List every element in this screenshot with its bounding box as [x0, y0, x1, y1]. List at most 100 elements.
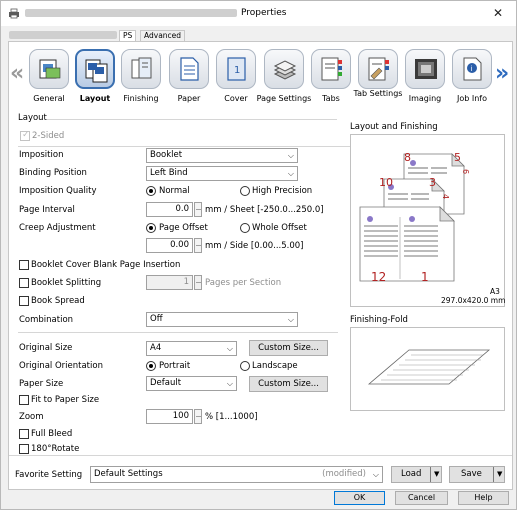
cover-icon: 1: [227, 57, 246, 81]
pages-per-section-stepper[interactable]: [194, 275, 202, 290]
caret-down-icon[interactable]: ▼: [434, 467, 439, 482]
chevron-down-icon: ⌵: [287, 151, 294, 160]
save-label: Save: [461, 469, 482, 479]
rotate-180-checkbox[interactable]: [19, 444, 29, 454]
binding-position-label: Binding Position: [19, 168, 87, 178]
chevron-down-icon: ⌵: [226, 344, 233, 353]
page-number-1: 1: [421, 270, 429, 284]
save-button[interactable]: Save ▼: [449, 466, 505, 483]
zoom-label: Zoom: [19, 412, 44, 422]
tab-name-redacted: [9, 31, 117, 39]
page-offset-label: Page Offset: [159, 223, 208, 233]
booklet-splitting-checkbox[interactable]: [19, 278, 29, 288]
paper-custom-size-button[interactable]: Custom Size...: [249, 376, 328, 392]
layout-section-rule: [47, 119, 337, 120]
page-number-8: 8: [404, 151, 411, 164]
cancel-button[interactable]: Cancel: [395, 491, 448, 505]
creep-value-input[interactable]: 0.00: [146, 238, 193, 253]
tab-ps[interactable]: PS: [119, 30, 137, 41]
book-spread-checkbox[interactable]: [19, 296, 29, 306]
quality-high-label: High Precision: [252, 186, 313, 196]
window-title: Properties: [241, 8, 287, 18]
portrait-radio[interactable]: [146, 361, 156, 371]
whole-offset-radio[interactable]: [240, 223, 250, 233]
rotate-180-label: 180°Rotate: [31, 444, 80, 454]
combination-label: Combination: [19, 315, 74, 325]
ok-button[interactable]: OK: [334, 491, 385, 505]
finishing-fold-preview: [350, 327, 505, 411]
creep-value-stepper[interactable]: [194, 238, 202, 253]
cover-blank-label: Booklet Cover Blank Page Insertion: [31, 260, 181, 270]
fit-to-paper-label: Fit to Paper Size: [31, 395, 100, 405]
paper-size-value: Default: [150, 378, 182, 388]
booklet-splitting-label: Booklet Splitting: [31, 278, 102, 288]
tab-advanced[interactable]: Advanced: [140, 30, 186, 41]
svg-text:1: 1: [234, 65, 240, 76]
fold-paper-graphic: [367, 349, 491, 385]
layout-section-title: Layout: [18, 113, 47, 123]
combination-value: Off: [150, 314, 163, 324]
cover-blank-checkbox[interactable]: [19, 260, 29, 270]
properties-dialog: Properties ✕ PS Advanced « » General Lay…: [0, 0, 517, 510]
tab-settings-icon: [368, 57, 389, 81]
caret-down-icon[interactable]: ▼: [497, 467, 502, 482]
zoom-stepper[interactable]: [194, 409, 202, 424]
quality-normal-radio[interactable]: [146, 186, 156, 196]
general-icon: [39, 59, 61, 79]
paper-size-select[interactable]: Default ⌵: [146, 376, 237, 391]
ribbon-prev-arrow-icon[interactable]: «: [10, 63, 24, 85]
page-interval-label: Page Interval: [19, 205, 75, 215]
chevron-down-icon: ⌵: [287, 315, 294, 324]
two-sided-checkbox[interactable]: [20, 130, 30, 141]
printer-icon: [9, 8, 19, 19]
original-size-select[interactable]: A4 ⌵: [146, 341, 237, 356]
zoom-input[interactable]: 100: [146, 409, 193, 424]
page-interval-input[interactable]: 0.0: [146, 202, 193, 217]
landscape-label: Landscape: [252, 361, 298, 371]
zoom-unit: % [1...1000]: [205, 412, 258, 422]
book-spread-label: Book Spread: [31, 296, 85, 306]
chevron-down-icon: ⌵: [372, 470, 379, 479]
landscape-radio[interactable]: [240, 361, 250, 371]
favorite-setting-select[interactable]: Default Settings (modified) ⌵: [90, 466, 383, 483]
original-custom-size-button[interactable]: Custom Size...: [249, 340, 328, 356]
pages-per-section-input[interactable]: 1: [146, 275, 193, 290]
binding-position-select[interactable]: Left Bind ⌵: [146, 166, 298, 181]
page-number-5: 5: [454, 151, 461, 164]
page-interval-stepper[interactable]: [194, 202, 202, 217]
help-button[interactable]: Help: [458, 491, 509, 505]
imposition-select[interactable]: Booklet ⌵: [146, 148, 298, 163]
load-label: Load: [401, 469, 422, 479]
binding-position-value: Left Bind: [150, 168, 188, 178]
creep-value-unit: mm / Side [0.00...5.00]: [205, 241, 304, 251]
favorite-setting-value: Default Settings: [94, 469, 163, 479]
load-button[interactable]: Load ▼: [391, 466, 442, 483]
page-interval-unit: mm / Sheet [-250.0...250.0]: [205, 205, 324, 215]
footer-divider: [9, 455, 512, 456]
ribbon-job-info-label: Job Info: [456, 94, 487, 103]
combination-select[interactable]: Off ⌵: [146, 312, 298, 327]
close-icon[interactable]: ✕: [493, 6, 503, 20]
imposition-label: Imposition: [19, 150, 64, 160]
printer-tab-strip: PS Advanced: [1, 29, 516, 41]
page-offset-radio[interactable]: [146, 223, 156, 233]
ribbon-job-info[interactable]: i Job Info: [449, 49, 495, 106]
original-size-value: A4: [150, 343, 162, 353]
job-info-icon: i: [463, 57, 482, 81]
pages-per-section-unit: Pages per Section: [205, 278, 282, 288]
quality-high-radio[interactable]: [240, 186, 250, 196]
page-number-3: 3: [429, 176, 436, 189]
whole-offset-label: Whole Offset: [252, 223, 307, 233]
full-bleed-checkbox[interactable]: [19, 429, 29, 439]
ribbon-next-arrow-icon[interactable]: »: [495, 63, 509, 85]
original-orientation-label: Original Orientation: [19, 361, 103, 371]
original-size-label: Original Size: [19, 343, 73, 353]
page-number-4: 4: [441, 193, 451, 200]
section-divider: [18, 332, 338, 333]
paper-dimensions-readout: 297.0x420.0 mm: [441, 296, 506, 305]
favorite-setting-label: Favorite Setting: [15, 470, 83, 480]
layout-finishing-preview: 8 5 6 10 3 4 12 1 A3 297.0x420.0 mm: [350, 134, 505, 307]
fit-to-paper-checkbox[interactable]: [19, 395, 29, 405]
page-number-6: 6: [461, 168, 471, 175]
chevron-down-icon: ⌵: [226, 379, 233, 388]
